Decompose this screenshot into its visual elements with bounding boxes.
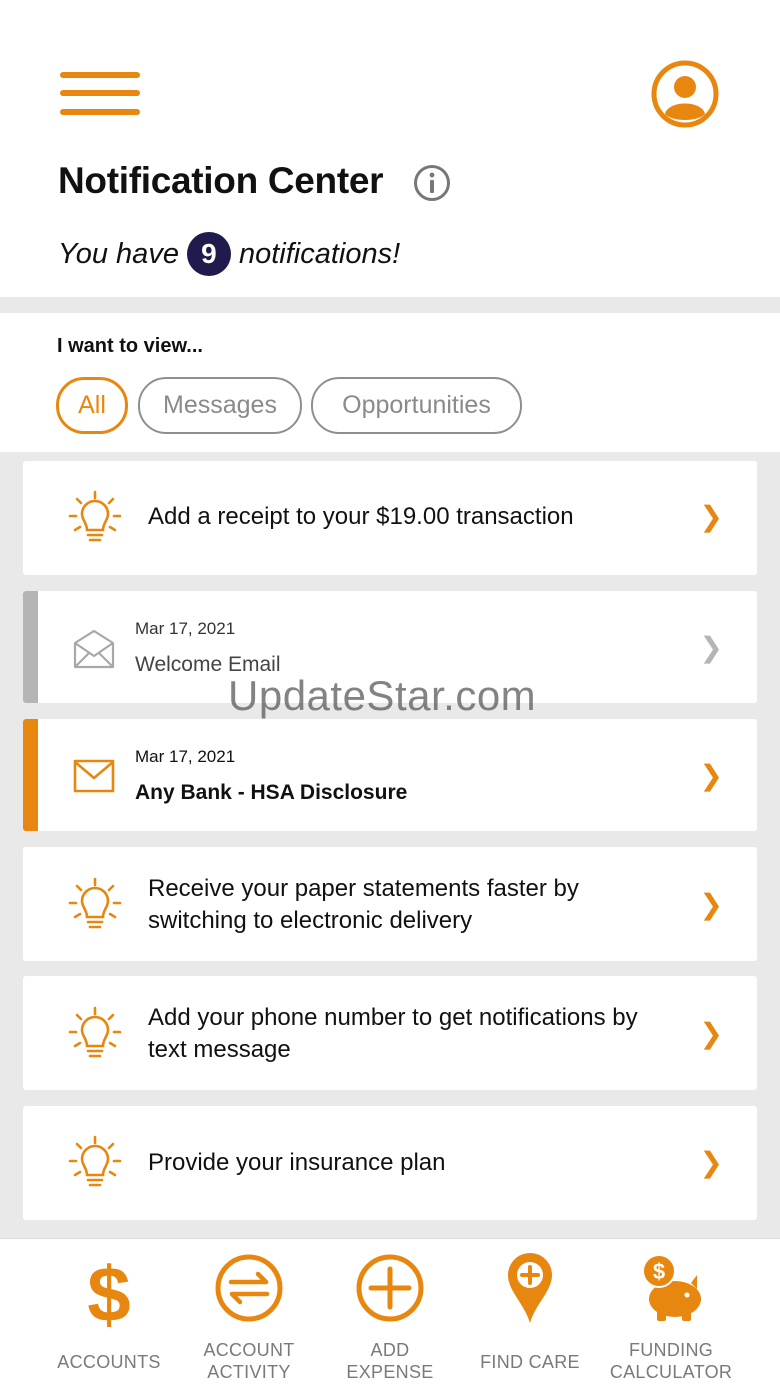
- notification-text: Receive your paper statements faster by …: [148, 873, 579, 937]
- profile-icon[interactable]: [651, 60, 719, 128]
- filter-label: I want to view...: [57, 335, 203, 357]
- plus-circle-icon: [356, 1254, 424, 1322]
- page-title: Notification Center: [58, 160, 384, 201]
- count-suffix: notifications!: [238, 237, 401, 270]
- nav-label-line: FUNDING: [628, 1340, 714, 1360]
- envelope-icon: [73, 759, 115, 793]
- svg-text:$: $: [87, 1253, 130, 1329]
- notification-text: Add a receipt to your $19.00 transaction: [148, 503, 574, 530]
- filter-chip-opportunities[interactable]: Opportunities: [311, 377, 522, 434]
- chevron-right-icon: ❯: [699, 760, 723, 791]
- svg-text:$: $: [653, 1259, 665, 1284]
- nav-label-line: ACTIVITY: [207, 1362, 291, 1382]
- chevron-right-icon: ❯: [699, 632, 723, 663]
- notification-text-line: Add your phone number to get notificatio…: [148, 1004, 638, 1031]
- notification-text: Provide your insurance plan: [148, 1149, 446, 1176]
- nav-funding-calculator[interactable]: $ FUNDING CALCULATOR: [610, 1239, 732, 1387]
- dollar-icon: $: [87, 1253, 130, 1329]
- nav-account-activity[interactable]: ACCOUNT ACTIVITY: [189, 1239, 309, 1387]
- lightbulb-icon: [68, 1135, 122, 1187]
- info-icon[interactable]: [413, 164, 451, 202]
- count-prefix: You have: [58, 237, 179, 270]
- message-subject: Welcome Email: [135, 653, 281, 676]
- nav-accounts[interactable]: $ ACCOUNTS: [49, 1239, 169, 1387]
- filter-chip-messages[interactable]: Messages: [138, 377, 302, 434]
- notification-text-line: switching to electronic delivery: [148, 907, 473, 934]
- header: Notification Center You have 9 notificat…: [0, 0, 780, 297]
- nav-find-care[interactable]: FIND CARE: [470, 1239, 590, 1387]
- notification-count-badge: 9: [186, 232, 231, 276]
- notification-card-message[interactable]: Mar 17, 2021 Welcome Email ❯: [23, 591, 757, 703]
- notification-text-line: text message: [148, 1036, 291, 1063]
- chevron-right-icon: ❯: [699, 889, 723, 920]
- nav-label-line: ACCOUNT: [203, 1340, 295, 1360]
- menu-icon[interactable]: [60, 72, 140, 116]
- message-subject: Any Bank - HSA Disclosure: [135, 781, 408, 804]
- read-indicator: [23, 591, 38, 703]
- notification-card[interactable]: Add your phone number to get notificatio…: [23, 976, 757, 1090]
- filter-bar: I want to view... All Messages Opportuni…: [0, 313, 780, 452]
- nav-label-line: EXPENSE: [346, 1362, 434, 1382]
- unread-indicator: [23, 719, 38, 831]
- chevron-right-icon: ❯: [699, 1147, 723, 1178]
- nav-label: ADD EXPENSE: [346, 1339, 433, 1383]
- notification-card[interactable]: Receive your paper statements faster by …: [23, 847, 757, 961]
- nav-label: FIND CARE: [480, 1352, 580, 1372]
- nav-label-line: CALCULATOR: [609, 1362, 733, 1382]
- nav-label: ACCOUNT ACTIVITY: [203, 1339, 294, 1383]
- lightbulb-icon: [68, 490, 122, 542]
- nav-label-line: ADD: [370, 1340, 410, 1360]
- chevron-right-icon: ❯: [699, 501, 723, 532]
- filter-chip-all[interactable]: All: [56, 377, 128, 434]
- notification-text-line: Receive your paper statements faster by: [148, 875, 579, 902]
- notification-card-message[interactable]: Mar 17, 2021 Any Bank - HSA Disclosure ❯: [23, 719, 757, 831]
- nav-label: FUNDING CALCULATOR: [610, 1339, 732, 1383]
- lightbulb-icon: [68, 877, 122, 929]
- message-date: Mar 17, 2021: [135, 747, 236, 766]
- notification-count-text: You have 9 notifications!: [58, 232, 400, 276]
- notification-card[interactable]: Provide your insurance plan ❯: [23, 1106, 757, 1220]
- chevron-right-icon: ❯: [699, 1018, 723, 1049]
- nav-add-expense[interactable]: ADD EXPENSE: [330, 1239, 450, 1387]
- message-date: Mar 17, 2021: [135, 619, 236, 638]
- lightbulb-icon: [68, 1006, 122, 1058]
- envelope-open-icon: [73, 629, 115, 669]
- nav-label: ACCOUNTS: [57, 1352, 161, 1372]
- notification-text: Add your phone number to get notificatio…: [148, 1002, 638, 1066]
- piggy-bank-icon: $: [642, 1254, 701, 1321]
- transfer-arrows-icon: [215, 1254, 283, 1322]
- map-pin-plus-icon: [508, 1253, 552, 1323]
- bottom-nav: $ ACCOUNTS ACCOUNT ACTIVITY ADD EXPENSE …: [0, 1238, 780, 1387]
- notification-card[interactable]: Add a receipt to your $19.00 transaction…: [23, 461, 757, 575]
